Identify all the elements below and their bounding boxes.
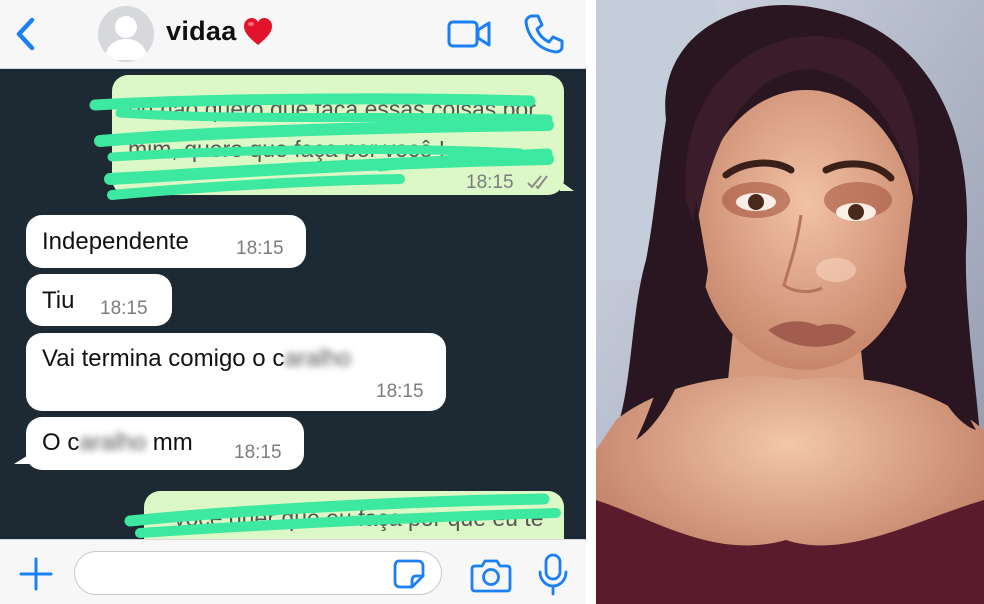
message-time: 18:15: [466, 172, 514, 193]
message-time: 18:15: [234, 442, 282, 463]
incoming-message-bubble[interactable]: Vai termina comigo o caralho 18:15: [26, 333, 446, 411]
message-text-visible: mm: [146, 429, 193, 456]
phone-icon[interactable]: [524, 12, 564, 54]
sticker-icon[interactable]: [392, 558, 426, 590]
message-text-visible: Vai termina comigo o c: [42, 345, 285, 372]
message-composer: [0, 539, 586, 604]
microphone-icon[interactable]: [536, 552, 570, 596]
video-call-icon[interactable]: [446, 14, 492, 54]
outgoing-message-bubble[interactable]: você quer que eu faça por que eu te: [144, 491, 564, 539]
chat-screen: vidaa eu não quero que faça essas coisas…: [0, 0, 586, 604]
chat-header: vidaa: [0, 0, 586, 69]
plus-icon[interactable]: [18, 556, 54, 592]
avatar-placeholder-icon: [104, 16, 148, 60]
incoming-message-bubble[interactable]: Independente 18:15: [26, 215, 306, 268]
back-chevron-icon[interactable]: [12, 14, 42, 54]
bubble-tail: [560, 181, 574, 191]
message-time: 18:15: [376, 381, 424, 402]
contact-name[interactable]: vidaa: [166, 16, 237, 47]
message-text: O caralho mm: [42, 429, 193, 457]
message-text-visible: O c: [42, 429, 80, 456]
message-text: eu não quero que faça essas coisas por m…: [128, 96, 536, 162]
heart-emoji-icon: [242, 16, 274, 48]
image-divider: [586, 0, 596, 604]
message-input[interactable]: [74, 551, 442, 595]
camera-icon[interactable]: [470, 556, 512, 594]
message-time: 18:15: [100, 298, 148, 319]
message-text: Vai termina comigo o caralho: [42, 345, 351, 373]
message-text: você quer que eu faça por que eu te: [174, 505, 544, 531]
incoming-message-bubble[interactable]: O caralho mm 18:15: [14, 417, 304, 470]
incoming-message-bubble[interactable]: Tiu 18:15: [26, 274, 172, 326]
blurred-word: aralho: [284, 345, 352, 372]
blurred-word: aralho: [79, 429, 147, 456]
avatar[interactable]: [98, 6, 154, 62]
bubble-tail: [14, 454, 30, 464]
message-time: 18:15: [236, 238, 284, 259]
message-text: Independente: [42, 228, 189, 255]
portrait-photo: [596, 0, 984, 604]
outgoing-message-bubble[interactable]: eu não quero que faça essas coisas por m…: [112, 75, 574, 197]
message-text: Tiu: [42, 287, 75, 314]
portrait-illustration: [596, 0, 984, 604]
double-check-icon: [526, 172, 554, 197]
message-list[interactable]: eu não quero que faça essas coisas por m…: [0, 69, 586, 539]
